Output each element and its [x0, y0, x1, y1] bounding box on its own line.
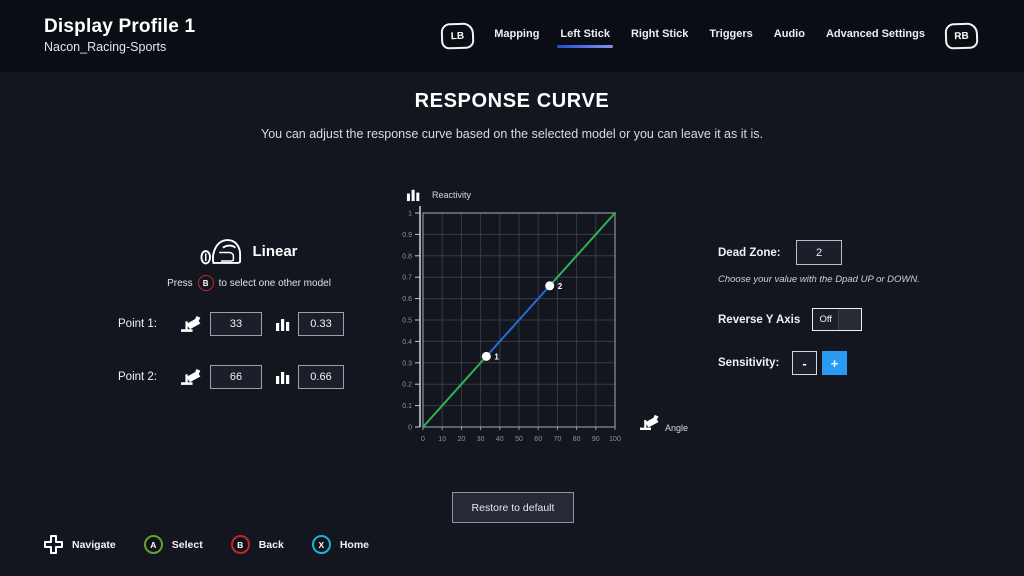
- hint-home-label: Home: [340, 539, 369, 551]
- header-bar: Display Profile 1 Nacon_Racing-Sports LB…: [0, 0, 1024, 72]
- dead-zone-input[interactable]: 2: [796, 240, 842, 265]
- svg-text:1: 1: [408, 211, 412, 218]
- hint-navigate: Navigate: [44, 535, 116, 554]
- top-nav: LB Mapping Left Stick Right Stick Trigge…: [441, 23, 978, 49]
- pedal-icon: [180, 315, 203, 334]
- hint-back-label: Back: [259, 539, 284, 551]
- hint-navigate-label: Navigate: [72, 539, 116, 551]
- reverse-y-axis-label: Reverse Y Axis: [718, 314, 812, 326]
- footer-hints: Navigate A Select B Back X Home: [44, 535, 369, 554]
- svg-text:90: 90: [592, 436, 600, 443]
- model-hint-prefix: Press: [167, 278, 193, 289]
- point1-angle-input[interactable]: 33: [210, 312, 262, 336]
- svg-text:Reactivity: Reactivity: [432, 190, 472, 200]
- reactivity-bars-icon: [275, 316, 291, 332]
- tab-triggers[interactable]: Triggers: [708, 24, 753, 48]
- model-selector: Linear: [118, 232, 380, 270]
- toggle-state-label: Off: [813, 309, 838, 330]
- sensitivity-label: Sensitivity:: [718, 357, 792, 369]
- model-name: Linear: [252, 243, 297, 260]
- tab-audio[interactable]: Audio: [773, 24, 806, 48]
- svg-text:0.8: 0.8: [402, 253, 412, 260]
- point1-row: Point 1: 33 0.33: [118, 312, 380, 336]
- svg-text:Angle: Angle: [665, 423, 688, 433]
- page-title: RESPONSE CURVE: [0, 90, 1024, 113]
- b-button-icon: B: [231, 535, 250, 554]
- sensitivity-decrease-button[interactable]: -: [792, 351, 817, 375]
- hint-home: X Home: [312, 535, 369, 554]
- point2-angle-input[interactable]: 66: [210, 365, 262, 389]
- reactivity-bars-icon: [275, 369, 291, 385]
- hint-select: A Select: [144, 535, 203, 554]
- svg-text:10: 10: [438, 436, 446, 443]
- helmet-icon: [200, 236, 242, 267]
- tab-advanced-settings[interactable]: Advanced Settings: [825, 24, 926, 48]
- dead-zone-row: Dead Zone: 2: [718, 240, 980, 265]
- svg-text:40: 40: [496, 436, 504, 443]
- x-button-icon: X: [312, 535, 331, 554]
- dead-zone-hint: Choose your value with the Dpad UP or DO…: [718, 274, 980, 285]
- svg-text:0: 0: [421, 436, 425, 443]
- svg-text:70: 70: [554, 436, 562, 443]
- point1-label: Point 1:: [118, 318, 178, 330]
- toggle-knob: [838, 309, 861, 330]
- point2-reactivity-input[interactable]: 0.66: [298, 365, 344, 389]
- profile-info: Display Profile 1 Nacon_Racing-Sports: [44, 16, 195, 54]
- rb-button-icon: RB: [945, 22, 979, 49]
- svg-text:0.5: 0.5: [402, 318, 412, 325]
- point2-row: Point 2: 66 0.66: [118, 365, 380, 389]
- tab-left-stick[interactable]: Left Stick: [559, 24, 611, 48]
- app-window: Display Profile 1 Nacon_Racing-Sports LB…: [0, 0, 1024, 576]
- svg-text:2: 2: [558, 282, 563, 291]
- svg-text:20: 20: [458, 436, 466, 443]
- model-hint-suffix: to select one other model: [219, 278, 331, 289]
- svg-text:0.9: 0.9: [402, 232, 412, 239]
- dpad-icon: [44, 535, 63, 554]
- sensitivity-increase-button[interactable]: +: [822, 351, 847, 375]
- model-panel: Linear Press B to select one other model…: [118, 232, 380, 389]
- dead-zone-label: Dead Zone:: [718, 247, 796, 259]
- b-button-icon: B: [198, 275, 214, 291]
- svg-text:50: 50: [515, 436, 523, 443]
- svg-text:0.1: 0.1: [402, 403, 412, 410]
- profile-title: Display Profile 1: [44, 16, 195, 38]
- response-curve-chart: 0 10 20 30 40 50 60 70 80 90 100 0 0.1 0.2 0.3 0.4 0.5 0.…: [392, 185, 702, 451]
- svg-text:60: 60: [534, 436, 542, 443]
- svg-text:0.4: 0.4: [402, 339, 412, 346]
- restore-default-button[interactable]: Restore to default: [452, 492, 574, 523]
- reverse-y-axis-row: Reverse Y Axis Off: [718, 308, 980, 331]
- hint-back: B Back: [231, 535, 284, 554]
- settings-panel: Dead Zone: 2 Choose your value with the …: [718, 240, 980, 375]
- sensitivity-row: Sensitivity: - +: [718, 351, 980, 375]
- svg-text:0.3: 0.3: [402, 360, 412, 367]
- tab-right-stick[interactable]: Right Stick: [630, 24, 689, 48]
- tab-mapping[interactable]: Mapping: [493, 24, 540, 48]
- svg-text:0.2: 0.2: [402, 382, 412, 389]
- profile-subtitle: Nacon_Racing-Sports: [44, 40, 195, 54]
- page-description: You can adjust the response curve based …: [0, 127, 1024, 141]
- svg-text:1: 1: [494, 352, 499, 361]
- hint-select-label: Select: [172, 539, 203, 551]
- reverse-y-axis-toggle[interactable]: Off: [812, 308, 862, 331]
- pedal-icon: [180, 368, 203, 387]
- svg-text:80: 80: [573, 436, 581, 443]
- svg-text:0.7: 0.7: [402, 275, 412, 282]
- model-hint: Press B to select one other model: [118, 275, 380, 291]
- point2-label: Point 2:: [118, 371, 178, 383]
- svg-text:100: 100: [609, 436, 621, 443]
- svg-text:0: 0: [408, 425, 412, 432]
- svg-text:30: 30: [477, 436, 485, 443]
- lb-button-icon: LB: [441, 22, 475, 49]
- point1-reactivity-input[interactable]: 0.33: [298, 312, 344, 336]
- svg-text:0.6: 0.6: [402, 296, 412, 303]
- a-button-icon: A: [144, 535, 163, 554]
